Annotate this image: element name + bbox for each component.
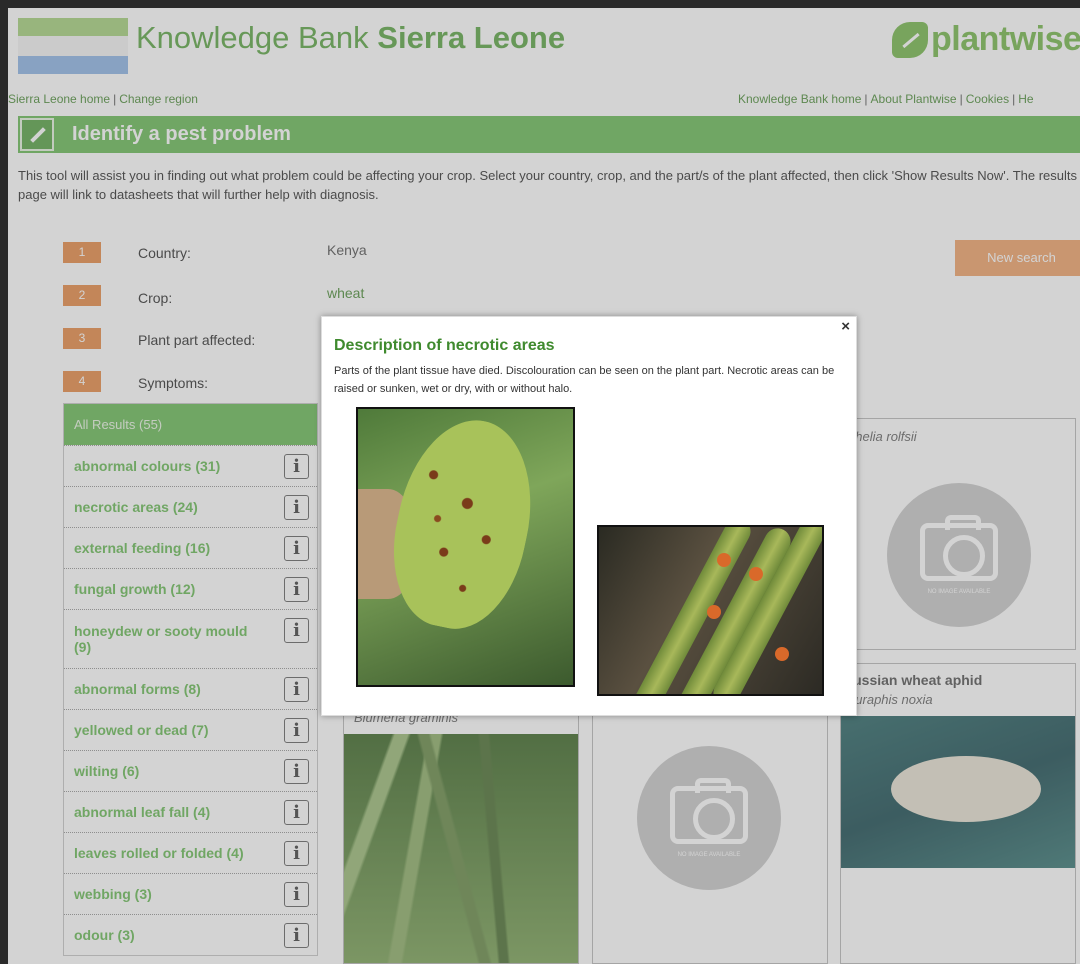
- modal-description: Parts of the plant tissue have died. Dis…: [334, 365, 835, 395]
- necrotic-stem-photo: [597, 525, 824, 696]
- necrotic-leaf-photo: [356, 407, 575, 687]
- modal-title: Description of necrotic areas: [334, 337, 555, 354]
- page: Knowledge Bank Sierra Leone plantwise Si…: [8, 8, 1080, 964]
- symptom-description-modal: × Description of necrotic areas Parts of…: [321, 316, 857, 716]
- close-icon[interactable]: ×: [841, 318, 850, 335]
